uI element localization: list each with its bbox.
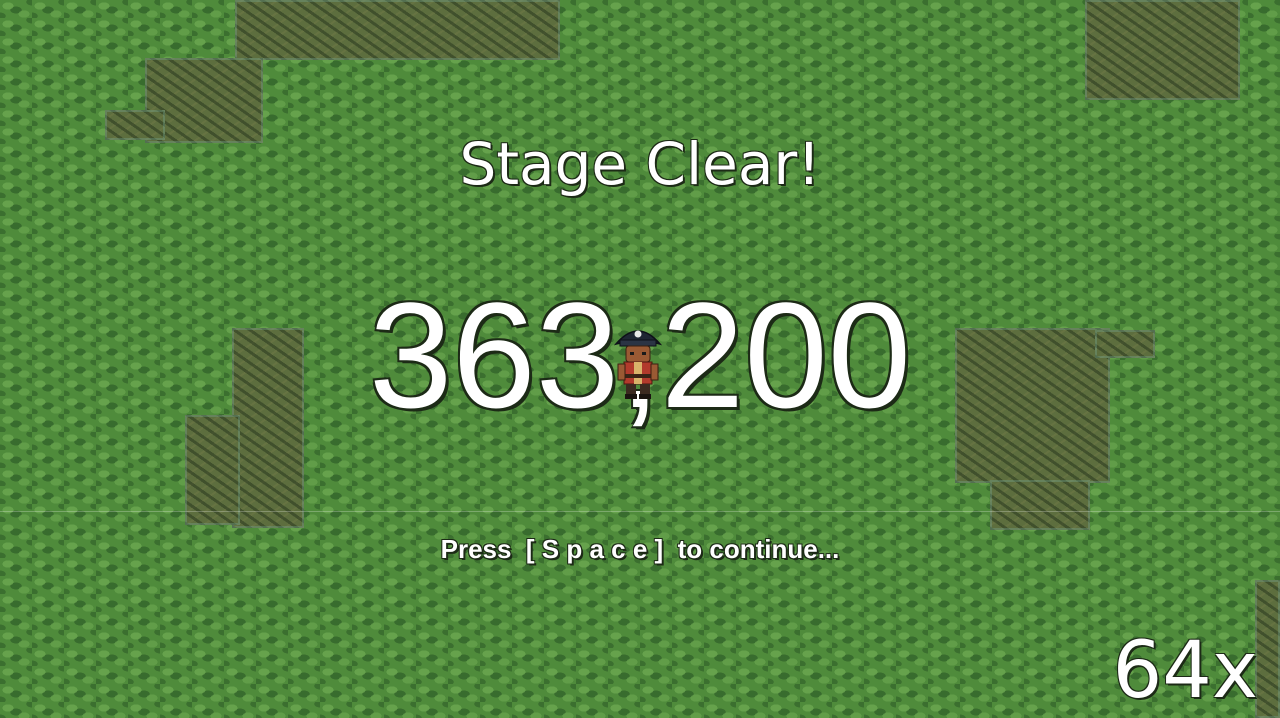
score-multiplier: 64x <box>1112 626 1258 716</box>
dirt-patch <box>235 0 560 60</box>
dirt-patch <box>990 480 1090 530</box>
overlay-divider <box>0 511 1280 512</box>
pirate-character-icon <box>613 330 663 399</box>
game-stage: Stage Clear! 363,200 Press [ S p a c e ]… <box>0 0 1280 718</box>
continue-prompt: Press [ S p a c e ] to continue... <box>440 534 840 564</box>
stage-clear-title: Stage Clear! <box>459 130 821 198</box>
dirt-patch <box>1085 0 1240 100</box>
dirt-patch <box>1255 580 1280 718</box>
